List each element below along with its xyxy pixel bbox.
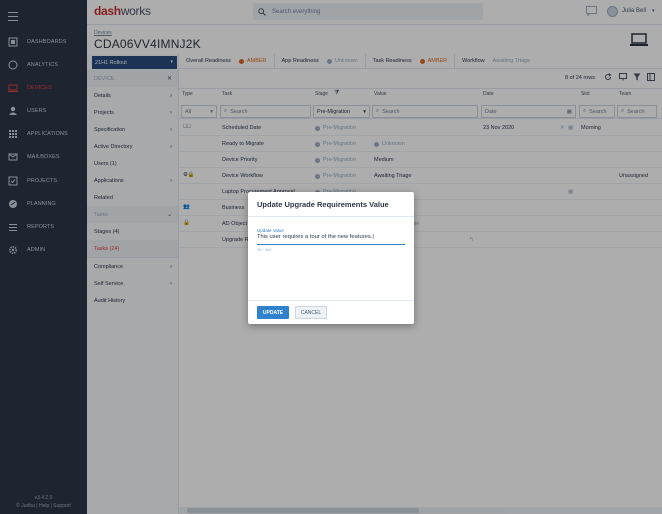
divider	[248, 300, 414, 301]
text-cursor: |	[372, 234, 374, 240]
update-button[interactable]: UPDATE	[257, 306, 289, 319]
field-label: Update Value	[257, 228, 284, 233]
divider	[248, 216, 414, 217]
update-value-input[interactable]: This user requires a tour of the new fea…	[257, 234, 405, 245]
character-count: 46 / 400	[257, 247, 272, 252]
update-value-dialog: Update Upgrade Requirements Value Update…	[248, 192, 414, 324]
dialog-title: Update Upgrade Requirements Value	[257, 200, 389, 209]
cancel-button[interactable]: CANCEL	[295, 306, 327, 319]
